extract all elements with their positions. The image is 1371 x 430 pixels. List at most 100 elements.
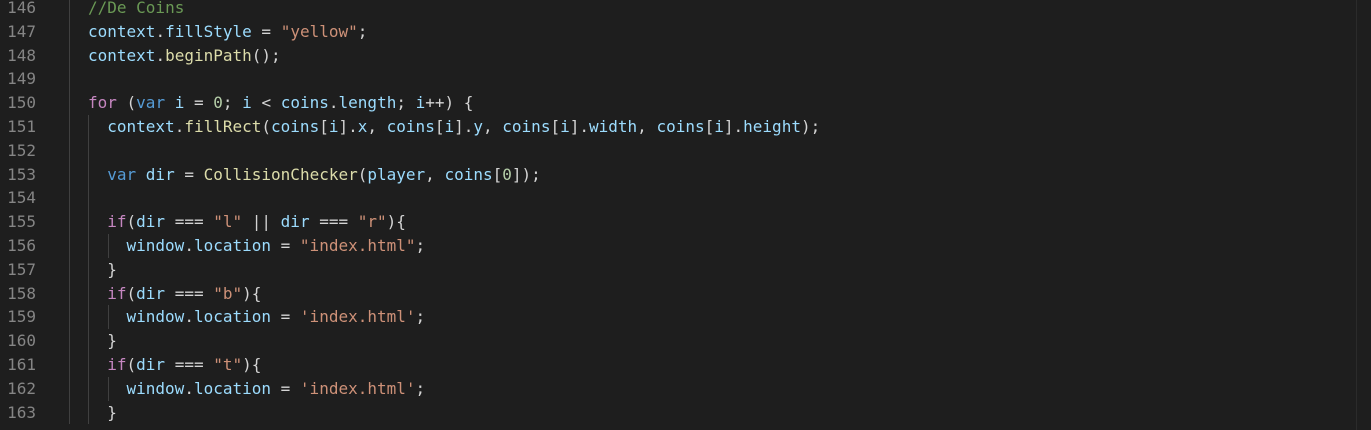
string-literal: "b" <box>213 283 243 303</box>
line-number: 160 <box>7 331 36 351</box>
indent-guide <box>69 43 70 68</box>
line-code: context.fillRect(coins[i].x, coins[i].y,… <box>107 115 820 139</box>
punctuation: } <box>107 259 117 279</box>
punctuation: ( <box>357 164 368 184</box>
string-literal: 'index.html' <box>299 307 416 327</box>
punctuation: ){ <box>242 354 262 374</box>
string-literal: "yellow" <box>280 21 358 41</box>
code-line[interactable]: 158 if(dir === "b"){ <box>0 281 1371 306</box>
string-literal: "r" <box>357 212 387 232</box>
code-line[interactable]: 150 for (var i = 0; i < coins.length; i++… <box>0 91 1371 115</box>
line-number: 150 <box>7 93 36 113</box>
code-line[interactable]: 161 if(dir === "t"){ <box>0 352 1371 377</box>
code-line[interactable]: 152 <box>0 138 1371 163</box>
identifier: dir <box>145 164 175 184</box>
punctuation: ]. <box>723 116 744 136</box>
identifier: dir <box>136 212 166 232</box>
punctuation <box>136 165 146 184</box>
punctuation: = <box>271 378 300 398</box>
function-name: CollisionChecker <box>203 164 358 184</box>
punctuation: } <box>107 402 117 422</box>
indent-guide <box>69 0 70 20</box>
line-number: 158 <box>7 283 36 303</box>
punctuation: , <box>637 116 657 136</box>
code-line[interactable]: 163} <box>0 400 1371 425</box>
line-code: var dir = CollisionChecker(player, coins… <box>107 163 541 187</box>
code-line[interactable]: 148 context.beginPath(); <box>0 43 1371 68</box>
code-line[interactable]: 159 window.location = 'index.html'; <box>0 305 1371 330</box>
punctuation: = <box>251 21 281 41</box>
indent-guide <box>69 281 70 306</box>
indent-guide <box>69 210 70 234</box>
indent-guide <box>88 114 90 139</box>
identifier: dir <box>136 354 166 374</box>
identifier: coins <box>386 116 435 136</box>
punctuation: ; <box>415 307 426 327</box>
string-literal: "l" <box>213 212 243 232</box>
code-line[interactable]: 157} <box>0 257 1371 282</box>
punctuation: = <box>184 93 214 113</box>
code-line[interactable]: 160} <box>0 329 1371 353</box>
code-editor[interactable]: 146 //De Coins 147 context.fillStyle = "yel… <box>0 0 1371 430</box>
code-line[interactable]: 151 context.fillRect(coins[i].x, coins[i]… <box>0 114 1371 139</box>
identifier: dir <box>280 212 310 232</box>
line-code: //De Coins <box>88 0 184 20</box>
punctuation: [ <box>704 116 715 136</box>
indent-guide <box>88 233 90 258</box>
line-code: if(dir === "t"){ <box>107 353 261 377</box>
identifier: coins <box>271 116 320 136</box>
code-line[interactable]: 155 if(dir === "l" || dir === "r"){ <box>0 210 1371 234</box>
punctuation: . <box>155 45 166 65</box>
identifier: context <box>88 45 156 65</box>
identifier: length <box>338 93 397 113</box>
line-code: for (var i = 0; i < coins.length; i++) { <box>88 91 473 115</box>
punctuation <box>165 93 175 112</box>
identifier: context <box>88 21 156 41</box>
code-line[interactable]: 153 var dir = CollisionChecker(player, co… <box>0 162 1371 187</box>
line-number: 161 <box>7 354 36 374</box>
identifier: width <box>589 116 638 136</box>
punctuation: ; <box>415 235 426 255</box>
line-code: context.beginPath(); <box>88 44 281 68</box>
code-line[interactable]: 156 window.location = "index.html"; <box>0 233 1371 258</box>
code-line[interactable]: 147 context.fillStyle = "yellow"; <box>0 19 1371 44</box>
identifier: coins <box>502 116 551 136</box>
line-number: 152 <box>7 140 36 160</box>
punctuation: === <box>309 212 358 232</box>
code-line[interactable]: 146 //De Coins <box>0 0 1371 20</box>
punctuation: ( <box>116 93 137 113</box>
punctuation: === <box>165 354 214 374</box>
punctuation: . <box>328 93 339 113</box>
number-literal: 0 <box>502 164 512 184</box>
indent-guide <box>88 210 90 234</box>
line-code: window.location = 'index.html'; <box>127 305 426 329</box>
number-literal: 0 <box>213 93 223 113</box>
indent-guide <box>88 400 90 425</box>
indent-guide <box>88 281 90 306</box>
identifier: window <box>126 307 185 327</box>
punctuation: ){ <box>386 212 406 232</box>
code-line[interactable]: 149 <box>0 67 1371 92</box>
indent-guide <box>69 186 70 211</box>
code-lines: 146 //De Coins 147 context.fillStyle = "yel… <box>0 0 1371 425</box>
identifier: height <box>743 116 801 136</box>
code-line[interactable]: 162 window.location = 'index.html'; <box>0 376 1371 401</box>
punctuation: . <box>174 116 185 136</box>
string-literal: 'index.html' <box>299 378 416 398</box>
punctuation: ; <box>222 93 243 113</box>
punctuation: . <box>155 21 166 41</box>
identifier: coins <box>444 164 493 184</box>
vertical-scrollbar[interactable] <box>1356 0 1371 430</box>
keyword: if <box>107 212 127 232</box>
indent-guide <box>69 233 70 258</box>
line-number: 151 <box>7 116 36 136</box>
line-number: 146 <box>7 0 36 17</box>
line-number: 159 <box>7 307 36 327</box>
comment: //De Coins <box>88 0 185 17</box>
punctuation: . <box>184 378 194 398</box>
line-number: 163 <box>7 402 36 422</box>
indent-guide <box>107 376 109 401</box>
indent-guide <box>69 114 70 139</box>
code-line[interactable]: 154 <box>0 186 1371 211</box>
indent-guide <box>69 138 70 163</box>
